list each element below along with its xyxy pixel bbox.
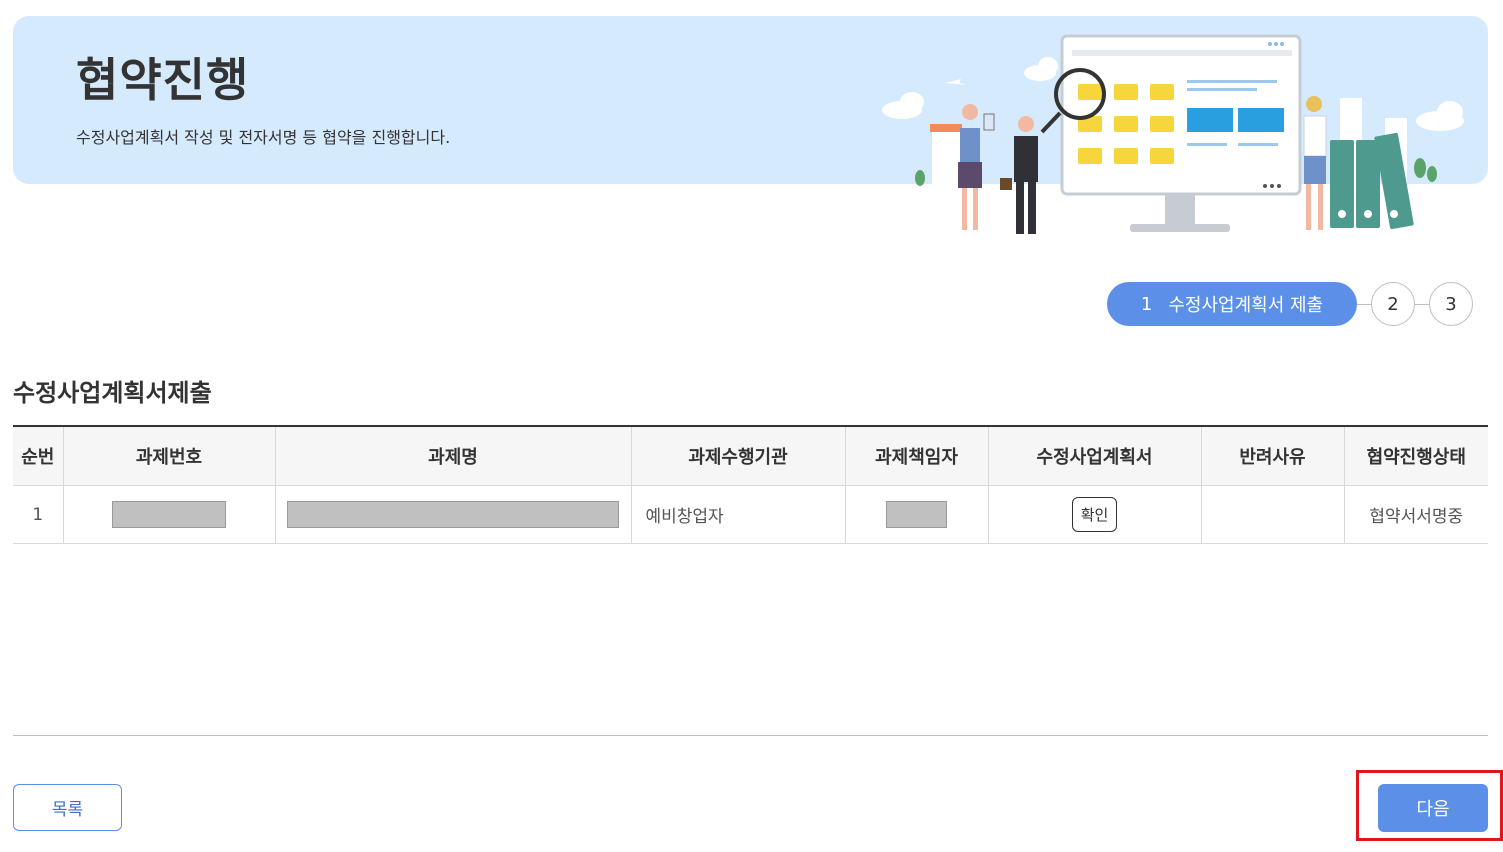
next-button[interactable]: 다음	[1378, 784, 1488, 832]
column-header: 과제명	[275, 426, 632, 486]
step-number: 1	[1140, 293, 1153, 315]
plan-table: 순번 과제번호 과제명 과제수행기관 과제책임자 수정사업계획서 반려사유 협약…	[13, 425, 1488, 544]
list-button[interactable]: 목록	[13, 784, 122, 831]
column-header: 과제수행기관	[631, 426, 846, 486]
task-number-cell	[63, 485, 276, 544]
reject-reason-cell	[1201, 485, 1345, 544]
step-connector	[1357, 304, 1372, 305]
step-1-active: 1 수정사업계획서 제출	[1107, 282, 1357, 326]
row-index: 1	[13, 485, 64, 544]
person-man-center	[1000, 116, 1038, 234]
step-label: 수정사업계획서 제출	[1168, 295, 1324, 316]
confirm-plan-button[interactable]: 확인	[1071, 497, 1118, 532]
person-woman-left	[958, 104, 995, 230]
redacted-block	[112, 501, 226, 528]
page-description: 수정사업계획서 작성 및 전자서명 등 협약을 진행합니다.	[76, 128, 451, 147]
section-title: 수정사업계획서제출	[13, 379, 212, 407]
redacted-block	[886, 501, 947, 528]
table-row: 1 예비창업자 확인 협약서서명중	[13, 485, 1488, 544]
redacted-block	[287, 501, 619, 528]
banner-illustration	[882, 34, 1464, 234]
column-header: 협약진행상태	[1344, 426, 1488, 486]
page-title: 협약진행	[76, 53, 250, 107]
status-cell: 협약서서명중	[1344, 485, 1488, 544]
plan-cell: 확인	[988, 485, 1202, 544]
column-header: 과제책임자	[845, 426, 989, 486]
step-2: 2	[1371, 282, 1415, 326]
column-header: 수정사업계획서	[988, 426, 1202, 486]
footer-divider	[13, 735, 1488, 736]
person-woman-right	[1303, 96, 1327, 230]
table-header-row: 순번 과제번호 과제명 과제수행기관 과제책임자 수정사업계획서 반려사유 협약…	[13, 426, 1488, 486]
step-connector	[1415, 304, 1429, 305]
organization-cell: 예비창업자	[631, 485, 846, 544]
column-header: 과제번호	[63, 426, 276, 486]
column-header: 순번	[13, 426, 64, 486]
column-header: 반려사유	[1201, 426, 1345, 486]
task-name-cell	[275, 485, 632, 544]
manager-cell	[845, 485, 989, 544]
step-3: 3	[1429, 282, 1473, 326]
